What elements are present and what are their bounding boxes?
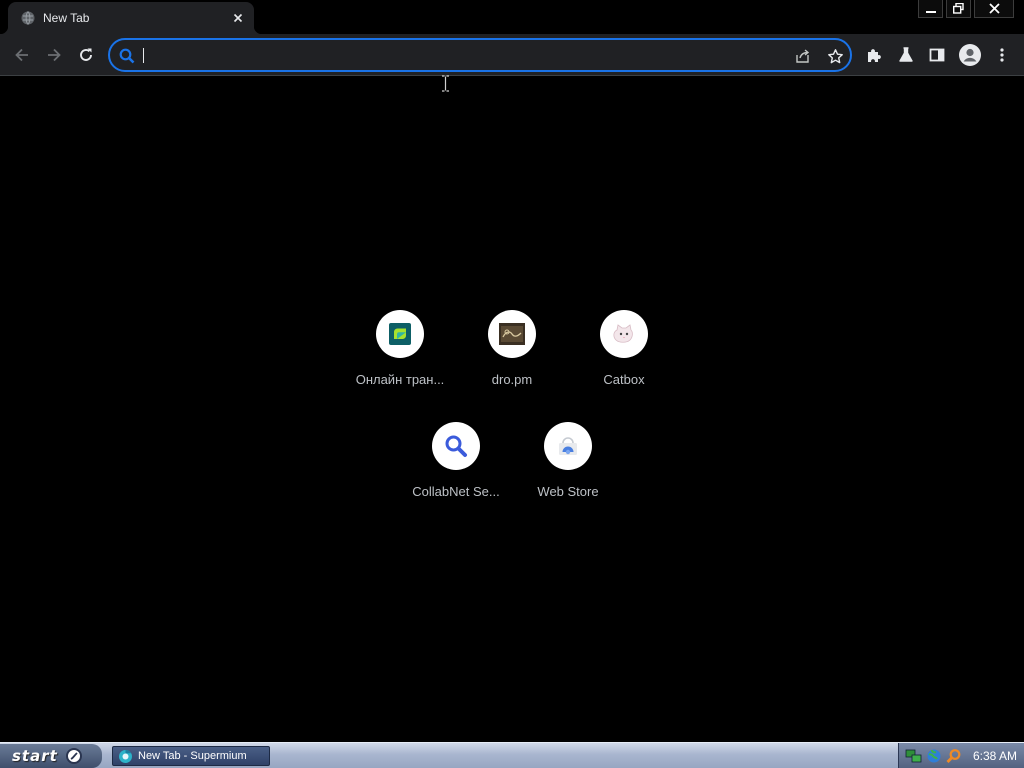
labs-button[interactable] [890,39,922,71]
shortcut-icon-container [544,422,592,470]
mouse-ibeam-cursor-icon [442,75,449,92]
shortcut-icon-container [488,310,536,358]
text-caret [143,48,144,63]
shortcut-tile[interactable]: Web Store [512,412,624,524]
start-button[interactable]: start [0,744,102,768]
shortcut-label: CollabNet Se... [412,484,500,499]
browser-toolbar [0,34,1024,92]
tab-title: New Tab [43,11,90,25]
menu-button[interactable] [986,39,1018,71]
flask-icon [899,47,913,62]
shortcut-tile[interactable]: CollabNet Se... [400,412,512,524]
side-panel-icon [929,48,945,62]
search-icon [118,47,136,65]
system-tray: 6:38 AM [898,743,1024,768]
omnibox[interactable] [108,38,852,72]
globe-icon [20,10,36,26]
minimize-icon [925,10,936,13]
arrow-right-icon [48,48,61,62]
back-button[interactable] [6,39,38,71]
arrow-left-icon [15,48,28,62]
network-icon[interactable] [905,748,923,764]
supermium-app-icon [119,749,132,763]
start-label: start [12,747,58,765]
minimize-button[interactable] [918,0,943,18]
tab-new-tab[interactable]: New Tab [0,2,262,34]
magnifier-icon [445,435,467,457]
share-icon[interactable] [792,45,814,67]
shortcut-icon-container [376,310,424,358]
forward-button[interactable] [38,39,70,71]
kebab-menu-icon [1000,48,1004,62]
reload-button[interactable] [70,39,102,71]
shortcut-label: Онлайн тран... [355,372,445,387]
close-icon [988,3,1000,14]
shortcut-tile[interactable]: Catbox [568,300,680,412]
shortcut-icon-container [432,422,480,470]
puzzle-icon [868,49,881,62]
extensions-button[interactable] [858,39,890,71]
web-store-icon [559,437,577,455]
shortcut-tile[interactable]: dro.pm [456,300,568,412]
clock: 6:38 AM [973,749,1018,763]
green-square-logo-icon [389,323,411,345]
close-window-button[interactable] [974,0,1014,18]
address-input[interactable] [142,44,782,66]
window-controls [918,0,1014,18]
shortcut-tile[interactable]: Онлайн тран... [344,300,456,412]
dro-pm-logo-icon [499,323,525,345]
start-orb-icon [65,748,82,764]
restore-button[interactable] [946,0,971,18]
side-panel-button[interactable] [921,39,953,71]
profile-button[interactable] [954,39,986,71]
shortcut-label: Catbox [603,372,645,387]
star-icon[interactable] [824,45,846,67]
shortcut-label: dro.pm [491,372,533,387]
taskbar: start New Tab - Supermium 6:38 AM [0,742,1024,768]
restore-icon [953,3,964,14]
tab-close-icon[interactable] [230,10,246,26]
avatar-icon [959,44,981,66]
shortcut-icon-container [600,310,648,358]
search-tray-icon[interactable] [945,748,963,764]
tab-strip: New Tab [0,0,1024,34]
shortcut-label: Web Store [537,484,599,499]
taskbar-window-button[interactable]: New Tab - Supermium [112,746,270,766]
globe-tray-icon[interactable] [925,748,943,764]
reload-icon [80,48,92,61]
cat-logo-icon [613,324,633,343]
taskbar-window-label: New Tab - Supermium [138,750,247,762]
